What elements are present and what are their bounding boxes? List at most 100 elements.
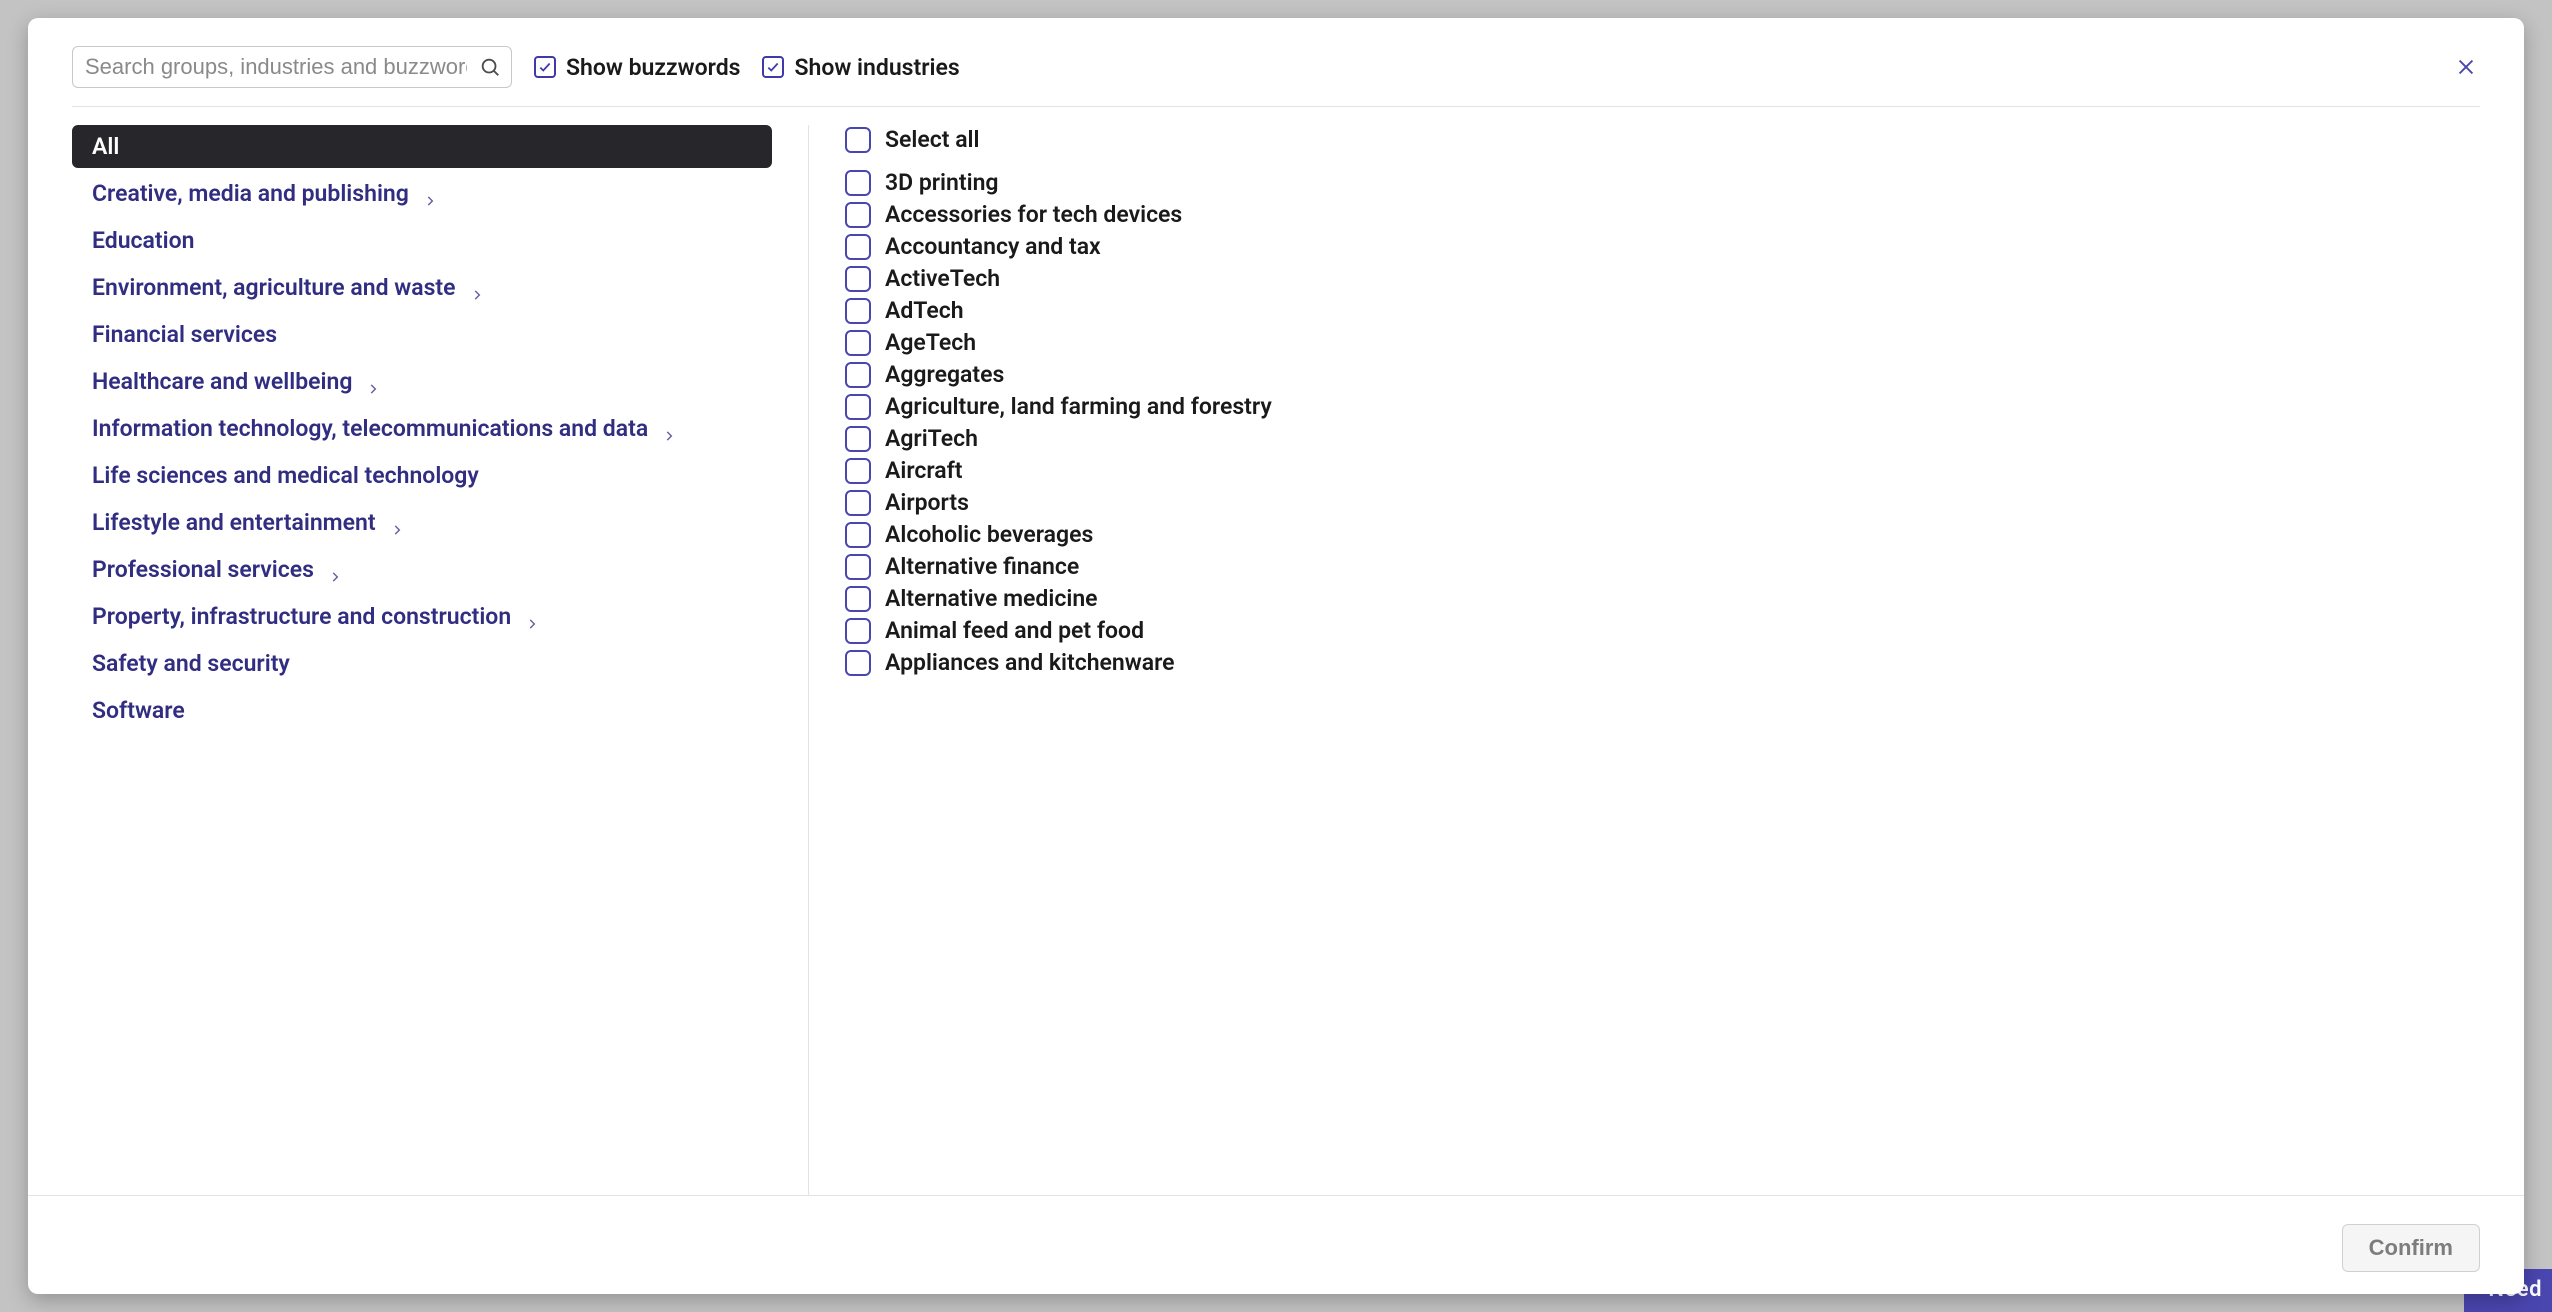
option-item[interactable]: Alternative medicine bbox=[845, 584, 2480, 613]
checkbox-icon bbox=[845, 362, 871, 388]
toggle-industries[interactable]: Show industries bbox=[762, 54, 959, 81]
option-item[interactable]: Accessories for tech devices bbox=[845, 200, 2480, 229]
checkbox-icon bbox=[845, 234, 871, 260]
option-label: Aggregates bbox=[885, 361, 1004, 388]
checkbox-icon bbox=[845, 426, 871, 452]
dialog-body: All Creative, media and publishing Educati… bbox=[28, 107, 2524, 1195]
chevron-right-icon bbox=[390, 516, 404, 530]
category-label: Financial services bbox=[92, 321, 277, 348]
category-item[interactable]: Financial services bbox=[72, 313, 772, 356]
category-item[interactable]: All bbox=[72, 125, 772, 168]
option-label: Animal feed and pet food bbox=[885, 617, 1144, 644]
option-label: Alternative finance bbox=[885, 553, 1079, 580]
category-label: Information technology, telecommunicatio… bbox=[92, 415, 648, 442]
category-item[interactable]: Healthcare and wellbeing bbox=[72, 360, 772, 403]
search-icon bbox=[479, 56, 501, 78]
chevron-right-icon bbox=[470, 281, 484, 295]
chevron-right-icon bbox=[423, 187, 437, 201]
category-label: Creative, media and publishing bbox=[92, 180, 409, 207]
option-item[interactable]: AgriTech bbox=[845, 424, 2480, 453]
category-label: Lifestyle and entertainment bbox=[92, 509, 376, 536]
option-item[interactable]: Aggregates bbox=[845, 360, 2480, 389]
option-item[interactable]: ActiveTech bbox=[845, 264, 2480, 293]
chevron-right-icon bbox=[328, 563, 342, 577]
checkbox-icon bbox=[845, 586, 871, 612]
confirm-button[interactable]: Confirm bbox=[2342, 1224, 2480, 1272]
category-item[interactable]: Safety and security bbox=[72, 642, 772, 685]
checkbox-icon bbox=[845, 266, 871, 292]
chevron-right-icon bbox=[366, 375, 380, 389]
option-label: Appliances and kitchenware bbox=[885, 649, 1175, 676]
checkbox-icon bbox=[845, 127, 871, 153]
category-label: Education bbox=[92, 227, 194, 254]
option-label: Alcoholic beverages bbox=[885, 521, 1093, 548]
checkbox-icon bbox=[845, 554, 871, 580]
select-all-option[interactable]: Select all bbox=[845, 125, 2480, 154]
category-label: Safety and security bbox=[92, 650, 290, 677]
category-item[interactable]: Creative, media and publishing bbox=[72, 172, 772, 215]
search-field-wrap bbox=[72, 46, 512, 88]
option-label: AgeTech bbox=[885, 329, 976, 356]
options-panel: Select all 3D printing Accessories for tec… bbox=[845, 125, 2480, 1195]
option-item[interactable]: Accountancy and tax bbox=[845, 232, 2480, 261]
checkbox-icon bbox=[845, 170, 871, 196]
category-item[interactable]: Lifestyle and entertainment bbox=[72, 501, 772, 544]
category-label: Life sciences and medical technology bbox=[92, 462, 479, 489]
category-item[interactable]: Life sciences and medical technology bbox=[72, 454, 772, 497]
category-label: Property, infrastructure and constructio… bbox=[92, 603, 511, 630]
search-input[interactable] bbox=[73, 47, 511, 87]
dialog-header: Show buzzwords Show industries bbox=[28, 18, 2524, 106]
checkbox-icon bbox=[845, 618, 871, 644]
category-item[interactable]: Environment, agriculture and waste bbox=[72, 266, 772, 309]
dialog-footer: Confirm bbox=[28, 1195, 2524, 1294]
checkbox-icon bbox=[845, 490, 871, 516]
option-item[interactable]: Aircraft bbox=[845, 456, 2480, 485]
chevron-right-icon bbox=[525, 610, 539, 624]
category-label: All bbox=[92, 133, 119, 160]
category-item[interactable]: Education bbox=[72, 219, 772, 262]
option-item[interactable]: Airports bbox=[845, 488, 2480, 517]
option-item[interactable]: Agriculture, land farming and forestry bbox=[845, 392, 2480, 421]
checkbox-icon bbox=[534, 56, 556, 78]
category-label: Environment, agriculture and waste bbox=[92, 274, 456, 301]
option-label: Accessories for tech devices bbox=[885, 201, 1182, 228]
checkbox-icon bbox=[845, 298, 871, 324]
column-divider bbox=[808, 125, 809, 1195]
chevron-right-icon bbox=[662, 422, 676, 436]
option-label: Airports bbox=[885, 489, 969, 516]
option-item[interactable]: AgeTech bbox=[845, 328, 2480, 357]
toggle-buzzwords[interactable]: Show buzzwords bbox=[534, 54, 740, 81]
option-label: ActiveTech bbox=[885, 265, 1000, 292]
filter-dialog: Show buzzwords Show industries All Creati… bbox=[28, 18, 2524, 1294]
options-list: Select all 3D printing Accessories for tec… bbox=[845, 125, 2480, 685]
category-item[interactable]: Professional services bbox=[72, 548, 772, 591]
checkbox-icon bbox=[845, 522, 871, 548]
category-item[interactable]: Information technology, telecommunicatio… bbox=[72, 407, 772, 450]
checkbox-icon bbox=[845, 458, 871, 484]
option-label: 3D printing bbox=[885, 169, 999, 196]
option-label: Alternative medicine bbox=[885, 585, 1098, 612]
option-item[interactable]: Alcoholic beverages bbox=[845, 520, 2480, 549]
checkbox-icon bbox=[845, 202, 871, 228]
option-item[interactable]: Animal feed and pet food bbox=[845, 616, 2480, 645]
category-label: Healthcare and wellbeing bbox=[92, 368, 352, 395]
option-item[interactable]: 3D printing bbox=[845, 168, 2480, 197]
option-item[interactable]: Alternative finance bbox=[845, 552, 2480, 581]
option-label: AdTech bbox=[885, 297, 964, 324]
checkbox-icon bbox=[845, 650, 871, 676]
toggle-buzzwords-label: Show buzzwords bbox=[566, 54, 740, 81]
category-item[interactable]: Software bbox=[72, 689, 772, 732]
checkbox-icon bbox=[845, 330, 871, 356]
category-label: Software bbox=[92, 697, 185, 724]
option-item[interactable]: Appliances and kitchenware bbox=[845, 648, 2480, 677]
category-list: All Creative, media and publishing Educati… bbox=[72, 125, 772, 1195]
option-label: Select all bbox=[885, 126, 980, 153]
checkbox-icon bbox=[762, 56, 784, 78]
option-label: Accountancy and tax bbox=[885, 233, 1101, 260]
category-item[interactable]: Property, infrastructure and constructio… bbox=[72, 595, 772, 638]
category-label: Professional services bbox=[92, 556, 314, 583]
option-item[interactable]: AdTech bbox=[845, 296, 2480, 325]
option-label: Aircraft bbox=[885, 457, 963, 484]
checkbox-icon bbox=[845, 394, 871, 420]
close-button[interactable] bbox=[2452, 53, 2480, 81]
